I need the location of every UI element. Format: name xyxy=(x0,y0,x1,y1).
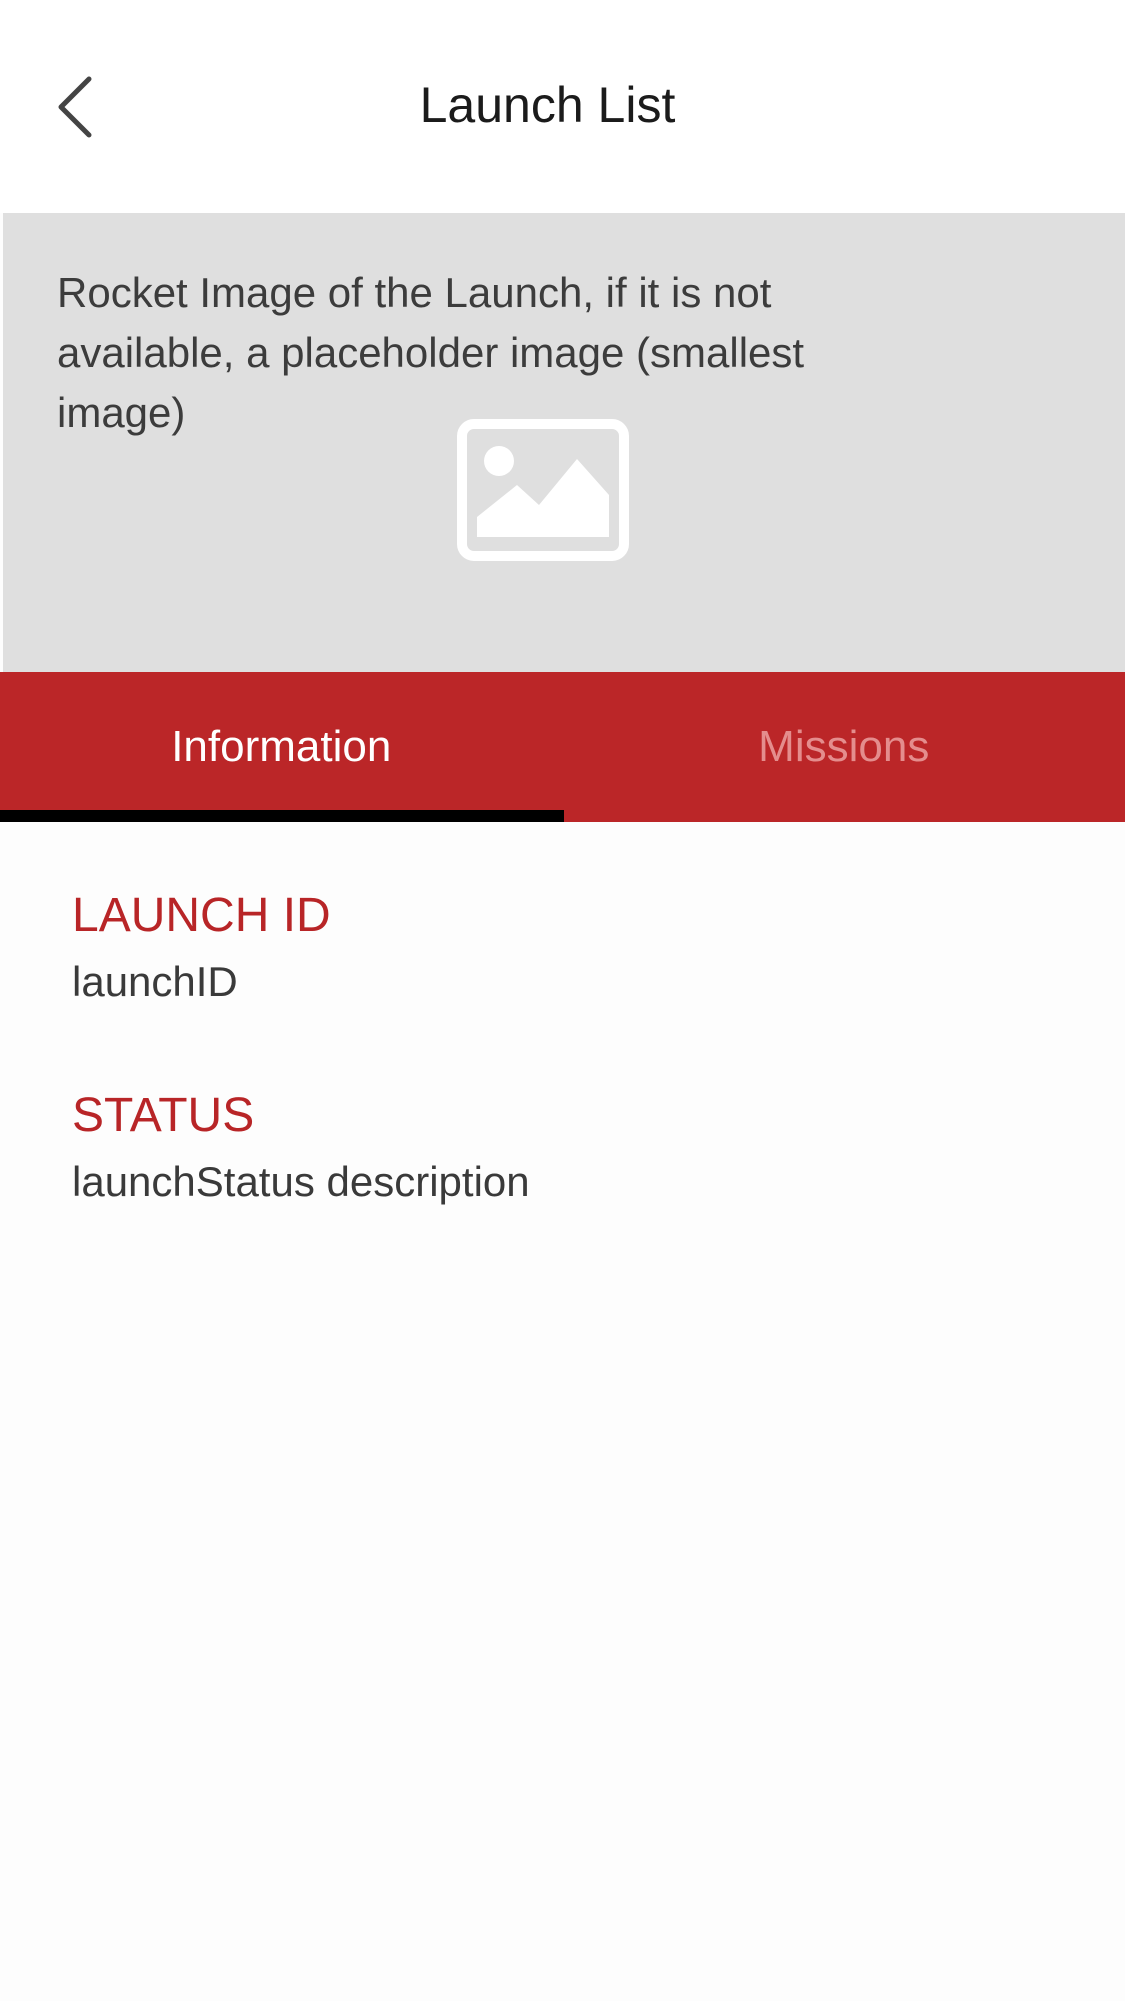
launch-detail-screen: Launch List Rocket Image of the Launch, … xyxy=(0,0,1125,2001)
launch-id-value: launchID xyxy=(72,958,238,1005)
status-value: launchStatus description xyxy=(72,1158,530,1205)
image-placeholder-icon xyxy=(457,419,629,561)
status-field: STATUS launchStatus description xyxy=(72,1080,1072,1212)
active-tab-indicator xyxy=(0,810,564,822)
status-label: STATUS xyxy=(72,1089,255,1142)
tab-information[interactable]: Information xyxy=(0,672,563,822)
launch-details: LAUNCH ID launchID STATUS launchStatus d… xyxy=(72,880,1072,1280)
rocket-image-caption: Rocket Image of the Launch, if it is not… xyxy=(57,269,805,436)
tab-missions[interactable]: Missions xyxy=(563,672,1125,822)
page-title: Launch List xyxy=(419,77,676,133)
rocket-image-placeholder: Rocket Image of the Launch, if it is not… xyxy=(3,213,1125,672)
tab-bar: Information Missions xyxy=(0,672,1125,822)
launch-id-label: LAUNCH ID xyxy=(72,889,331,942)
navigation-bar: Launch List xyxy=(0,0,1125,213)
launch-id-field: LAUNCH ID launchID xyxy=(72,880,1072,1012)
